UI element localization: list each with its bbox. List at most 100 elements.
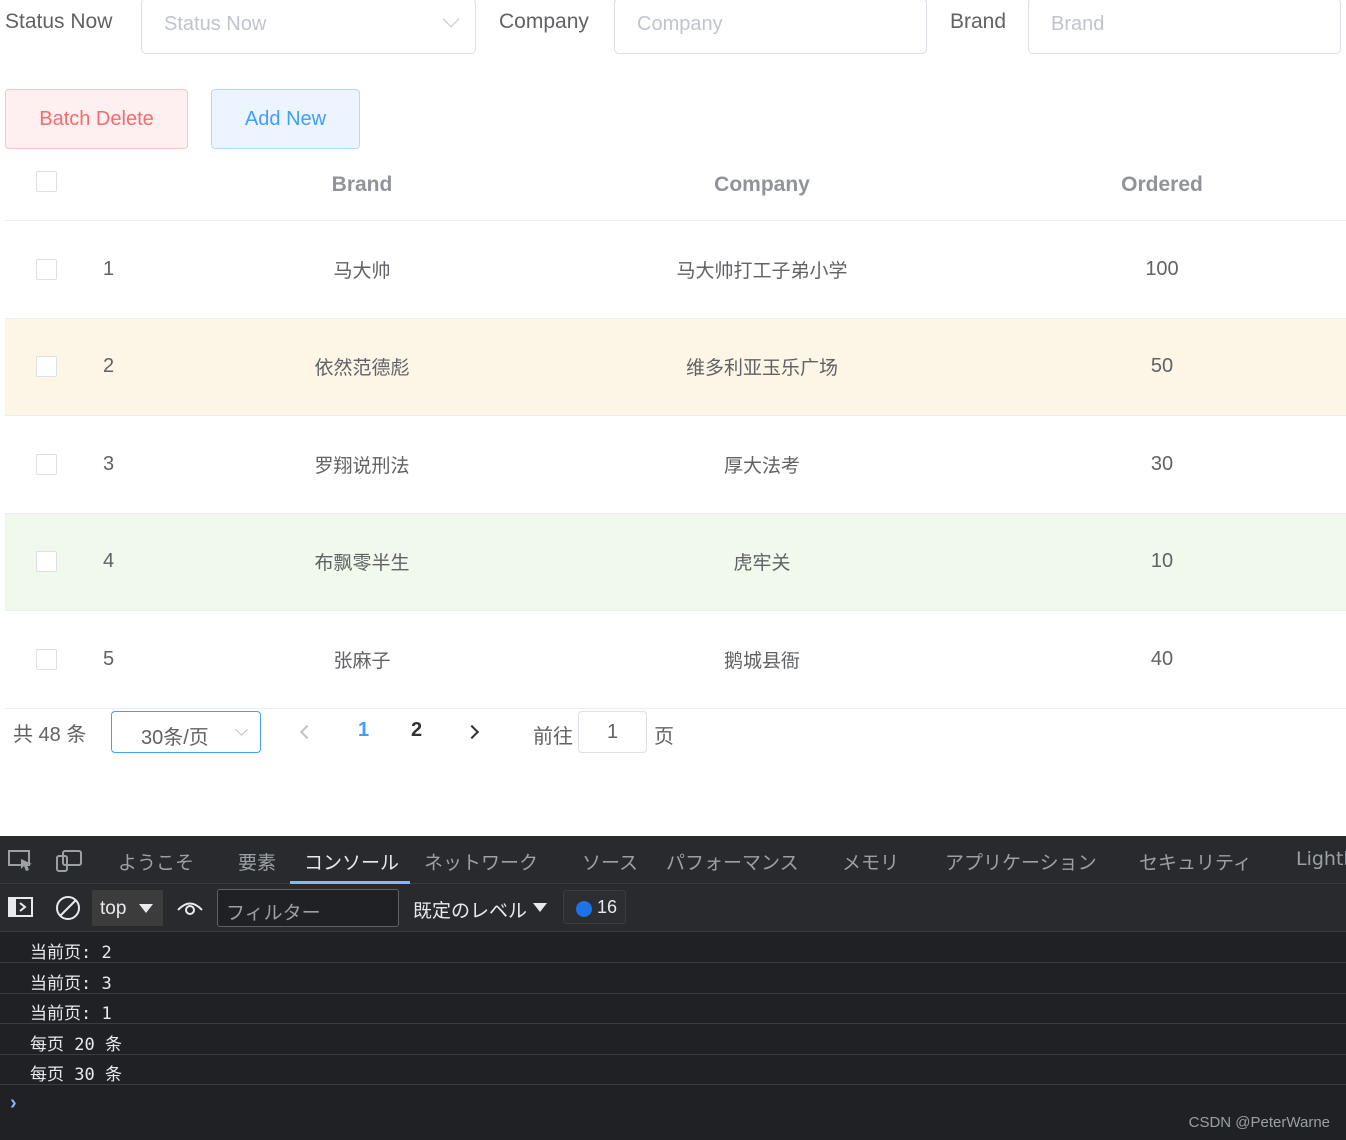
watermark: CSDN @PeterWarne — [1188, 1114, 1330, 1131]
devtools-panel: ようこそ 要素 コンソール ネットワーク ソース パフォーマンス メモリ アプリ… — [0, 836, 1346, 1140]
row-brand: 罗翔说刑法 — [314, 454, 410, 477]
row-checkbox[interactable] — [35, 356, 57, 378]
row-checkbox[interactable] — [35, 453, 57, 475]
row-index: 5 — [103, 647, 115, 670]
row-checkbox[interactable] — [35, 648, 57, 670]
row-brand: 马大帅 — [333, 259, 391, 282]
chevron-down-icon — [235, 723, 248, 736]
table-row[interactable]: 2 依然范德彪 维多利亚玉乐广场 50 — [5, 318, 1346, 416]
clear-console-icon[interactable] — [55, 895, 81, 921]
devtools-tabbar: ようこそ 要素 コンソール ネットワーク ソース パフォーマンス メモリ アプリ… — [0, 836, 1346, 884]
company-label: Company — [499, 10, 589, 33]
row-ordered: 10 — [1150, 550, 1174, 573]
table-row[interactable]: 1 马大帅 马大帅打工子弟小学 100 — [5, 221, 1346, 319]
row-select-cell — [25, 416, 67, 513]
brand-input[interactable]: Brand — [1028, 0, 1341, 54]
row-company: 马大帅打工子弟小学 — [676, 259, 848, 282]
console-prompt-icon[interactable]: › — [10, 1092, 17, 1115]
row-ordered: 40 — [1150, 647, 1174, 670]
chevron-down-icon — [442, 10, 460, 28]
message-count-badge[interactable]: 16 — [563, 890, 626, 924]
console-log-line: 当前页: 2 — [0, 933, 1346, 963]
header-company[interactable]: Company — [562, 150, 962, 220]
page-size-value: 30条/页 — [141, 727, 209, 749]
row-select-cell — [25, 221, 67, 318]
row-index: 1 — [103, 257, 115, 280]
row-company: 虎牢关 — [733, 552, 791, 575]
row-ordered: 50 — [1150, 355, 1174, 378]
add-new-button[interactable]: Add New — [211, 89, 360, 149]
log-level-value: 既定のレベル — [413, 900, 528, 922]
message-icon — [576, 901, 592, 917]
status-label: Status Now — [5, 10, 113, 33]
context-select[interactable]: top — [92, 890, 163, 926]
row-company: 鹅城县衙 — [723, 649, 800, 672]
row-index: 2 — [103, 355, 115, 378]
brand-label: Brand — [950, 10, 1007, 33]
next-page-icon[interactable] — [464, 724, 480, 740]
page-1-button[interactable]: 1 — [358, 719, 369, 742]
table-body: 1 马大帅 马大帅打工子弟小学 100 2 依然范德彪 维多利亚玉乐广场 50 3 罗翔说刑法 厚大… — [5, 221, 1346, 709]
row-index: 4 — [103, 550, 115, 573]
status-select[interactable]: Status Now — [141, 0, 476, 54]
page-size-select[interactable]: 30条/页 — [111, 711, 261, 753]
row-brand: 张麻子 — [333, 649, 391, 672]
header-brand[interactable]: Brand — [162, 150, 562, 220]
devtools-tab-performance[interactable]: パフォーマンス — [666, 848, 799, 875]
devtools-tab-application[interactable]: アプリケーション — [945, 848, 1097, 875]
row-brand: 布飘零半生 — [314, 552, 410, 575]
row-checkbox[interactable] — [35, 551, 57, 573]
row-checkbox[interactable] — [35, 258, 57, 280]
brand-table: Brand Company Ordered 1 马大帅 马大帅打工子弟小学 100 2 依… — [5, 150, 1346, 709]
inspect-element-icon[interactable] — [8, 850, 34, 872]
device-toolbar-icon[interactable] — [56, 850, 82, 872]
row-index: 3 — [103, 452, 115, 475]
goto-page-input[interactable]: 1 — [578, 711, 647, 753]
select-all-checkbox[interactable] — [35, 171, 57, 192]
devtools-tab-welcome[interactable]: ようこそ — [118, 848, 194, 875]
dropdown-arrow-icon — [139, 904, 153, 913]
row-ordered: 100 — [1145, 257, 1179, 280]
sidebar-toggle-icon[interactable] — [8, 896, 34, 918]
log-level-select[interactable]: 既定のレベル — [413, 896, 547, 923]
devtools-tab-sources[interactable]: ソース — [582, 848, 638, 875]
table-header: Brand Company Ordered — [5, 150, 1346, 221]
console-log-line: 当前页: 3 — [0, 964, 1346, 994]
devtools-tab-security[interactable]: セキュリティ — [1139, 848, 1252, 875]
console-log-line: 每页 30 条 — [0, 1055, 1346, 1085]
header-ordered[interactable]: Ordered — [962, 150, 1346, 220]
status-placeholder: Status Now — [164, 13, 267, 35]
table-row[interactable]: 4 布飘零半生 虎牢关 10 — [5, 513, 1346, 611]
devtools-tab-network[interactable]: ネットワーク — [424, 848, 538, 875]
goto-suffix: 页 — [654, 726, 674, 748]
console-log-line: 每页 20 条 — [0, 1025, 1346, 1055]
devtools-tab-memory[interactable]: メモリ — [842, 848, 899, 875]
row-company: 维多利亚玉乐广场 — [685, 357, 838, 380]
context-value: top — [100, 898, 127, 919]
goto-label: 前往 — [533, 726, 573, 748]
devtools-tab-elements[interactable]: 要素 — [238, 848, 276, 875]
row-company: 厚大法考 — [723, 454, 800, 477]
row-brand: 依然范德彪 — [314, 357, 410, 380]
batch-delete-button[interactable]: Batch Delete — [5, 89, 188, 149]
message-count: 16 — [597, 897, 618, 917]
row-select-cell — [25, 611, 67, 708]
console-log-line: 当前页: 1 — [0, 994, 1346, 1024]
company-placeholder: Company — [637, 13, 723, 35]
console-toolbar: top フィルター 既定のレベル 16 — [0, 884, 1346, 932]
pagination-total: 共 48 条 — [13, 724, 87, 746]
row-ordered: 30 — [1150, 452, 1174, 475]
page-2-button[interactable]: 2 — [411, 719, 422, 742]
row-select-cell — [25, 514, 67, 611]
console-filter-input[interactable]: フィルター — [217, 889, 399, 927]
table-row[interactable]: 3 罗翔说刑法 厚大法考 30 — [5, 416, 1346, 514]
brand-placeholder: Brand — [1051, 13, 1105, 35]
devtools-tab-console[interactable]: コンソール — [304, 848, 399, 875]
live-expression-eye-icon[interactable] — [176, 897, 204, 919]
prev-page-icon[interactable] — [299, 724, 315, 740]
select-all-cell — [25, 150, 67, 220]
devtools-tab-lighthouse[interactable]: Lighth — [1296, 848, 1346, 870]
table-row[interactable]: 5 张麻子 鹅城县衙 40 — [5, 611, 1346, 709]
row-select-cell — [25, 319, 67, 416]
company-input[interactable]: Company — [614, 0, 927, 54]
